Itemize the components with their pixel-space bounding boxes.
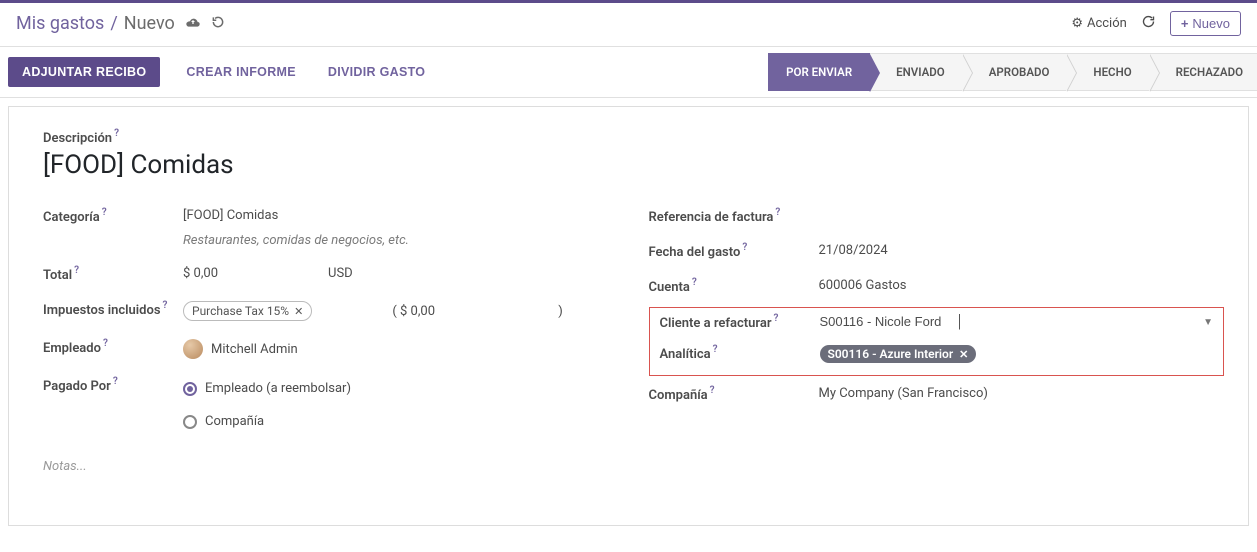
status-enviado[interactable]: ENVIADO: [870, 53, 963, 91]
total-label: Total?: [43, 266, 183, 283]
status-hecho[interactable]: HECHO: [1067, 53, 1149, 91]
taxes-label: Impuestos incluidos?: [43, 301, 183, 318]
radio-icon: [183, 415, 197, 429]
create-report-button[interactable]: CREAR INFORME: [180, 64, 301, 80]
description-label: Descripción?: [43, 131, 119, 146]
account-value[interactable]: 600006 Gastos: [819, 278, 1215, 293]
paidby-label: Pagado Por?: [43, 377, 183, 394]
new-button[interactable]: + Nuevo: [1170, 11, 1241, 36]
new-button-label: Nuevo: [1192, 16, 1230, 31]
paidby-employee-option[interactable]: Empleado (a reembolsar): [183, 381, 609, 396]
split-expense-button[interactable]: DIVIDIR GASTO: [322, 64, 431, 80]
status-rechazado[interactable]: RECHAZADO: [1150, 53, 1257, 91]
avatar: [183, 339, 203, 359]
tax-tag[interactable]: Purchase Tax 15% ✕: [183, 301, 312, 321]
action-menu[interactable]: Acción: [1071, 16, 1127, 31]
analytic-label: Analítica?: [650, 345, 820, 362]
form-sheet: Descripción? [FOOD] Comidas Categoría? […: [8, 106, 1249, 526]
cloud-upload-icon[interactable]: [185, 15, 201, 33]
dropdown-caret-icon[interactable]: ▼: [1203, 317, 1213, 328]
client-label: Cliente a refacturar?: [650, 314, 820, 331]
tax-amount-suffix: ): [558, 304, 563, 319]
breadcrumb: Mis gastos / Nuevo: [16, 13, 225, 34]
client-input[interactable]: [820, 314, 960, 330]
date-value[interactable]: 21/08/2024: [819, 243, 1215, 258]
analytic-tag[interactable]: S00116 - Azure Interior ✕: [820, 345, 977, 363]
breadcrumb-current: Nuevo: [124, 13, 175, 34]
remove-tax-icon[interactable]: ✕: [294, 305, 303, 318]
date-label: Fecha del gasto?: [649, 243, 819, 260]
status-por-enviar[interactable]: POR ENVIAR: [768, 53, 870, 91]
tax-amount-prefix: ( $ 0,00: [392, 304, 435, 319]
category-hint: Restaurantes, comidas de negocios, etc.: [183, 233, 609, 248]
employee-field[interactable]: Mitchell Admin: [183, 339, 609, 359]
billref-label: Referencia de factura?: [649, 208, 819, 225]
company-value[interactable]: My Company (San Francisco): [819, 386, 1215, 401]
client-field[interactable]: ▼: [820, 314, 1214, 330]
remove-analytic-icon[interactable]: ✕: [959, 348, 968, 361]
total-amount[interactable]: $ 0,00: [183, 266, 218, 281]
analytic-field[interactable]: S00116 - Azure Interior ✕: [820, 345, 1214, 363]
paidby-company-option[interactable]: Compañía: [183, 414, 609, 429]
company-label: Compañía?: [649, 386, 819, 403]
attach-receipt-button[interactable]: ADJUNTAR RECIBO: [8, 57, 160, 87]
radio-icon: [183, 382, 197, 396]
status-bar: POR ENVIAR ENVIADO APROBADO HECHO RECHAZ…: [768, 53, 1257, 91]
status-aprobado[interactable]: APROBADO: [963, 53, 1068, 91]
breadcrumb-separator: /: [110, 13, 117, 34]
refresh-icon[interactable]: [1141, 14, 1156, 33]
breadcrumb-root[interactable]: Mis gastos: [16, 13, 104, 34]
account-label: Cuenta?: [649, 278, 819, 295]
category-value[interactable]: [FOOD] Comidas Restaurantes, comidas de …: [183, 208, 609, 248]
employee-label: Empleado?: [43, 339, 183, 356]
category-label: Categoría?: [43, 208, 183, 225]
plus-icon: +: [1181, 16, 1189, 31]
total-currency[interactable]: USD: [328, 266, 353, 281]
discard-icon[interactable]: [211, 15, 225, 33]
notes-field[interactable]: Notas...: [43, 459, 609, 474]
description-value[interactable]: [FOOD] Comidas: [43, 150, 1214, 180]
